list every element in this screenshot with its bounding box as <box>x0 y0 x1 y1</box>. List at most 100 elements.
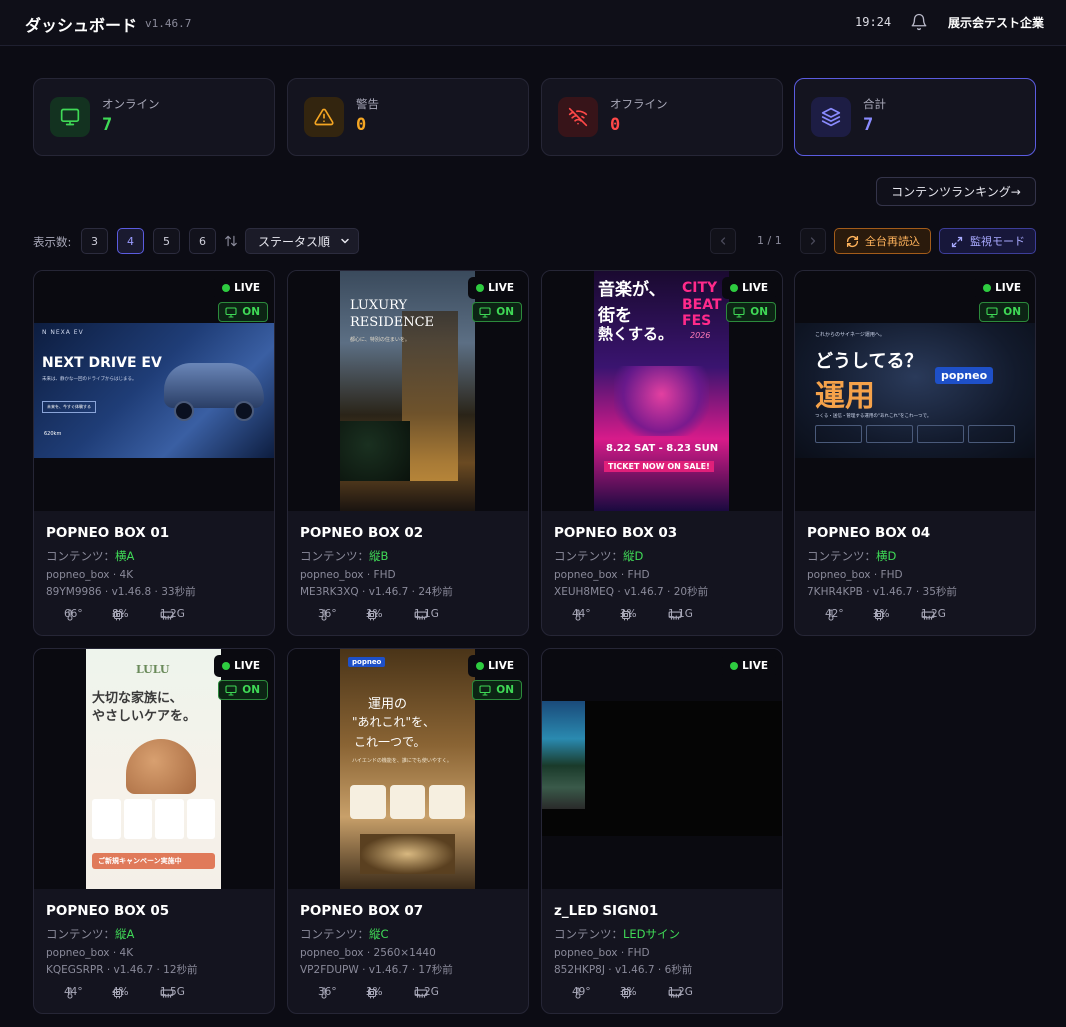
poster-line1: LUXURY <box>350 298 408 313</box>
app-version: v1.46.7 <box>145 17 192 30</box>
memory-value: 1.2G <box>414 986 439 998</box>
device-preview[interactable]: これからのサイネージ運用へ。 どうしてる？ 運用 popneo つくる・送信・管… <box>795 271 1035 511</box>
device-preview[interactable]: 音楽が、 街を 熱くする。 CITY BEAT FES 2026 8.22 SA… <box>542 271 782 511</box>
poster-beat: BEAT <box>682 297 722 313</box>
device-card[interactable]: これからのサイネージ運用へ。 どうしてる？ 運用 popneo つくる・送信・管… <box>794 270 1036 636</box>
poster-question: どうしてる？ <box>815 351 923 372</box>
device-stats: 66° 8% 1.2G <box>46 608 266 622</box>
device-card[interactable]: LUXURY RESIDENCE 都心に、特別の住まいを。 LIVE ON PO… <box>287 270 529 636</box>
device-preview[interactable]: LULU 大切な家族に、 やさしいケアを。 ご新規キャンペーン実施中 LIVE … <box>34 649 274 889</box>
poster-year: 2026 <box>690 331 711 340</box>
content-prefix: コンテンツ： <box>554 549 623 563</box>
count-option-4[interactable]: 4 <box>117 228 144 254</box>
device-card[interactable]: N NEXA EV NEXT DRIVE EV 未来は、静かな一回のドライブから… <box>33 270 275 636</box>
device-model: popneo_box <box>807 569 871 581</box>
device-preview[interactable]: N NEXA EV NEXT DRIVE EV 未来は、静かな一回のドライブから… <box>34 271 274 511</box>
live-badge: LIVE <box>214 277 268 299</box>
bell-icon[interactable] <box>910 13 928 31</box>
next-page-button[interactable] <box>800 228 826 254</box>
cpu-value: 1% <box>620 608 637 620</box>
poster-spec: 620km <box>44 431 62 437</box>
memory-value: 1.1G <box>668 608 693 620</box>
poster-line1: 運用の <box>368 697 408 712</box>
device-content: コンテンツ：横A <box>46 548 134 564</box>
device-stats: 49° 3% 1.2G <box>554 986 774 1000</box>
device-content: コンテンツ：LEDサイン <box>554 926 680 942</box>
sort-select-value: ステータス順 <box>258 234 331 249</box>
device-model-line: popneo_box · FHD <box>300 569 396 581</box>
content-value: 縦C <box>369 927 389 941</box>
device-preview[interactable]: LIVE <box>542 649 782 889</box>
device-resolution: FHD <box>627 947 650 959</box>
device-card[interactable]: LULU 大切な家族に、 やさしいケアを。 ご新規キャンペーン実施中 LIVE … <box>33 648 275 1014</box>
content-prefix: コンテンツ： <box>46 549 115 563</box>
prev-page-button[interactable] <box>710 228 736 254</box>
poster-big-text: 運用 <box>815 379 875 414</box>
poster-brand: LULU <box>136 663 170 676</box>
status-dot <box>222 662 231 670</box>
device-preview[interactable]: LUXURY RESIDENCE 都心に、特別の住まいを。 LIVE ON <box>288 271 528 511</box>
monitor-icon <box>50 97 90 137</box>
power-on-badge: ON <box>726 302 776 322</box>
count-option-3[interactable]: 3 <box>81 228 108 254</box>
poster-line2: やさしいケアを。 <box>92 709 197 724</box>
status-dot <box>730 662 739 670</box>
device-version: v1.46.7 <box>872 586 913 598</box>
device-version: v1.46.7 <box>614 964 655 976</box>
poster-cta: 未来を、今すぐ体験する <box>42 401 96 413</box>
app-title: ダッシュボード <box>25 16 138 35</box>
stat-card-warning[interactable]: 警告 0 <box>287 78 529 156</box>
organization-name[interactable]: 展示会テスト企業 <box>948 14 1044 31</box>
chevron-down-icon <box>339 235 351 247</box>
live-label: LIVE <box>234 660 260 672</box>
sort-select[interactable]: ステータス順 <box>245 228 359 254</box>
stat-label: 合計 <box>863 97 886 111</box>
live-badge: LIVE <box>722 655 776 677</box>
temperature-value: 36° <box>318 608 337 620</box>
reload-all-button[interactable]: 全台再読込 <box>834 228 931 254</box>
poster-campaign: ご新規キャンペーン実施中 <box>92 853 215 869</box>
monitor-mode-button[interactable]: 監視モード <box>939 228 1036 254</box>
device-serial: ME3RK3XQ <box>300 586 359 598</box>
temperature-value: 44° <box>572 608 591 620</box>
device-serial-line: 89YM9986 · v1.46.8 · 33秒前 <box>46 586 196 598</box>
device-last-seen: 6秒前 <box>664 964 693 976</box>
device-last-seen: 20秒前 <box>673 586 709 598</box>
stat-card-online[interactable]: オンライン 7 <box>33 78 275 156</box>
content-ranking-button[interactable]: コンテンツランキング→ <box>876 177 1036 206</box>
poster-line1: 大切な家族に、 <box>92 691 183 706</box>
power-on-badge: ON <box>472 680 522 700</box>
monitor-icon <box>225 307 237 318</box>
status-dot <box>222 284 231 292</box>
device-card[interactable]: 音楽が、 街を 熱くする。 CITY BEAT FES 2026 8.22 SA… <box>541 270 783 636</box>
stat-card-total[interactable]: 合計 7 <box>794 78 1036 156</box>
sort-icon[interactable] <box>224 233 238 247</box>
device-version: v1.46.7 <box>624 586 664 598</box>
stat-card-offline[interactable]: オフライン 0 <box>541 78 783 156</box>
count-option-5[interactable]: 5 <box>153 228 180 254</box>
device-content: コンテンツ：縦A <box>46 926 134 942</box>
device-stats: 44° 4% 1.5G <box>46 986 266 1000</box>
live-badge: LIVE <box>214 655 268 677</box>
device-resolution: FHD <box>627 569 650 581</box>
device-resolution: 4K <box>119 947 134 959</box>
content-value: 縦A <box>115 927 135 941</box>
temperature-value: 36° <box>318 986 337 998</box>
device-last-seen: 12秒前 <box>163 964 198 976</box>
device-serial-line: 852HKP8J · v1.46.7 · 6秒前 <box>554 964 693 976</box>
device-name: POPNEO BOX 03 <box>554 525 678 541</box>
device-preview[interactable]: popneo 運用の "あれこれ"を、 これ一つで。 ハイエンドの機能を、誰にで… <box>288 649 528 889</box>
power-on-badge: ON <box>979 302 1029 322</box>
device-resolution: 2560×1440 <box>373 947 436 959</box>
device-card[interactable]: LIVE z_LED SIGN01 コンテンツ：LEDサイン popneo_bo… <box>541 648 783 1014</box>
content-value: LEDサイン <box>623 927 681 941</box>
poster-brand: N NEXA EV <box>42 329 84 336</box>
expand-icon <box>951 236 963 248</box>
count-option-6[interactable]: 6 <box>189 228 216 254</box>
poster-subtext: 未来は、静かな一回のドライブからはじまる。 <box>42 377 137 382</box>
device-model-line: popneo_box · 4K <box>46 947 134 959</box>
clock: 19:24 <box>855 15 892 29</box>
device-card[interactable]: popneo 運用の "あれこれ"を、 これ一つで。 ハイエンドの機能を、誰にで… <box>287 648 529 1014</box>
temperature-value: 44° <box>64 986 83 998</box>
poster-line2: "あれこれ"を、 <box>352 715 436 729</box>
